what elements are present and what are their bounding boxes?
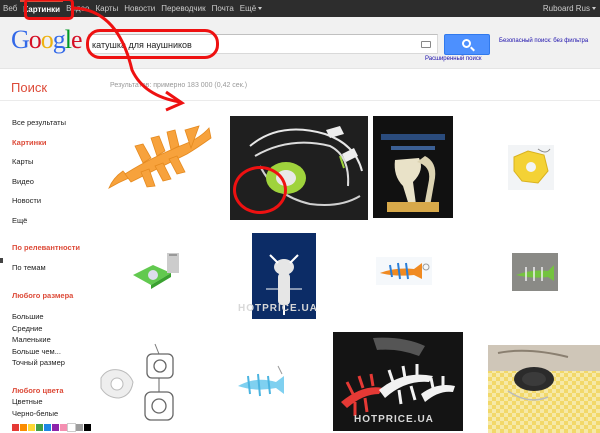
nav-mail[interactable]: Почта <box>209 0 237 17</box>
color-swatch[interactable] <box>36 424 43 431</box>
color-swatch[interactable] <box>12 424 19 431</box>
annotation-highlight-product <box>233 166 287 214</box>
color-swatches <box>12 423 91 432</box>
color-swatch[interactable] <box>28 424 35 431</box>
search-icon <box>462 39 471 48</box>
image-result-packaged-organizer[interactable] <box>373 116 453 218</box>
safe-search-link[interactable]: Безопасный поиск: без фильтра <box>499 38 588 44</box>
color-filter-list: Цветные Черно-белые <box>12 397 58 420</box>
color-bw[interactable]: Черно-белые <box>12 409 58 421</box>
annotation-highlight-tab <box>24 0 74 20</box>
sort-filter-list: По темам <box>12 263 46 275</box>
color-swatch[interactable] <box>60 424 67 431</box>
size-larger-than[interactable]: Больше чем... <box>12 347 65 359</box>
sort-filter-heading[interactable]: По релевантности <box>12 243 92 252</box>
page-title: Поиск <box>11 80 48 95</box>
color-swatch[interactable] <box>20 424 27 431</box>
image-result-blue-fish-clip[interactable] <box>232 360 290 402</box>
nav-maps[interactable]: Карты <box>92 0 121 17</box>
size-small[interactable]: Маленькие <box>12 335 65 347</box>
nav-news[interactable]: Новости <box>121 0 158 17</box>
size-filter-heading[interactable]: Любого размера <box>12 291 92 300</box>
image-result-orange-fish-clip[interactable] <box>376 257 432 285</box>
divider <box>0 100 600 101</box>
color-swatch[interactable] <box>76 424 83 431</box>
watermark: HOTPRICE.UA <box>238 303 318 314</box>
color-full[interactable]: Цветные <box>12 397 58 409</box>
leftnav-news[interactable]: Новости <box>12 195 102 215</box>
keyboard-icon[interactable] <box>421 41 431 48</box>
size-large[interactable]: Большие <box>12 312 65 324</box>
size-filter-list: Большие Средние Маленькие Больше чем... … <box>12 312 65 370</box>
nav-translate[interactable]: Переводчик <box>158 0 208 17</box>
size-exact[interactable]: Точный размер <box>12 358 65 370</box>
user-menu[interactable]: Ruboard Rus <box>543 0 596 17</box>
leftnav-all[interactable]: Все результаты <box>12 117 102 137</box>
leftnav-video[interactable]: Видео <box>12 176 102 196</box>
image-result-orange-fishbone[interactable] <box>105 116 215 196</box>
image-result-earphone-in-case[interactable] <box>488 345 600 433</box>
nav-more[interactable]: Ещё <box>237 0 265 17</box>
color-swatch[interactable] <box>67 423 76 432</box>
advanced-search-link[interactable]: Расширенный поиск <box>425 56 482 62</box>
leftnav-maps[interactable]: Карты <box>12 156 102 176</box>
leftnav-images[interactable]: Картинки <box>12 137 102 157</box>
image-result-cable-winders-set[interactable] <box>97 334 185 426</box>
color-swatch[interactable] <box>84 424 91 431</box>
chevron-down-icon <box>592 7 596 11</box>
color-swatch[interactable] <box>44 424 51 431</box>
annotation-highlight-query <box>86 29 219 59</box>
collapse-handle[interactable] <box>0 258 3 263</box>
google-logo[interactable]: Google <box>11 26 83 54</box>
search-button[interactable] <box>444 34 490 55</box>
image-result-green-cd-holder[interactable] <box>127 247 187 289</box>
watermark: HOTPRICE.UA <box>354 414 434 425</box>
color-filter-heading[interactable]: Любого цвета <box>12 386 92 395</box>
image-result-green-fish-clip[interactable] <box>512 253 558 291</box>
size-medium[interactable]: Средние <box>12 324 65 336</box>
chevron-down-icon <box>258 7 263 11</box>
top-bar: Веб Картинки Видео Карты Новости Перевод… <box>0 0 600 17</box>
nav-web[interactable]: Веб <box>0 0 20 17</box>
sort-by-topic[interactable]: По темам <box>12 263 46 275</box>
image-result-yellow-winder[interactable] <box>508 145 554 190</box>
leftnav-more[interactable]: Ещё <box>12 215 102 235</box>
result-stats: Результатов: примерно 183 000 (0,42 сек.… <box>110 82 248 89</box>
color-swatch[interactable] <box>52 424 59 431</box>
left-nav: Все результаты Картинки Карты Видео Ново… <box>12 117 102 234</box>
